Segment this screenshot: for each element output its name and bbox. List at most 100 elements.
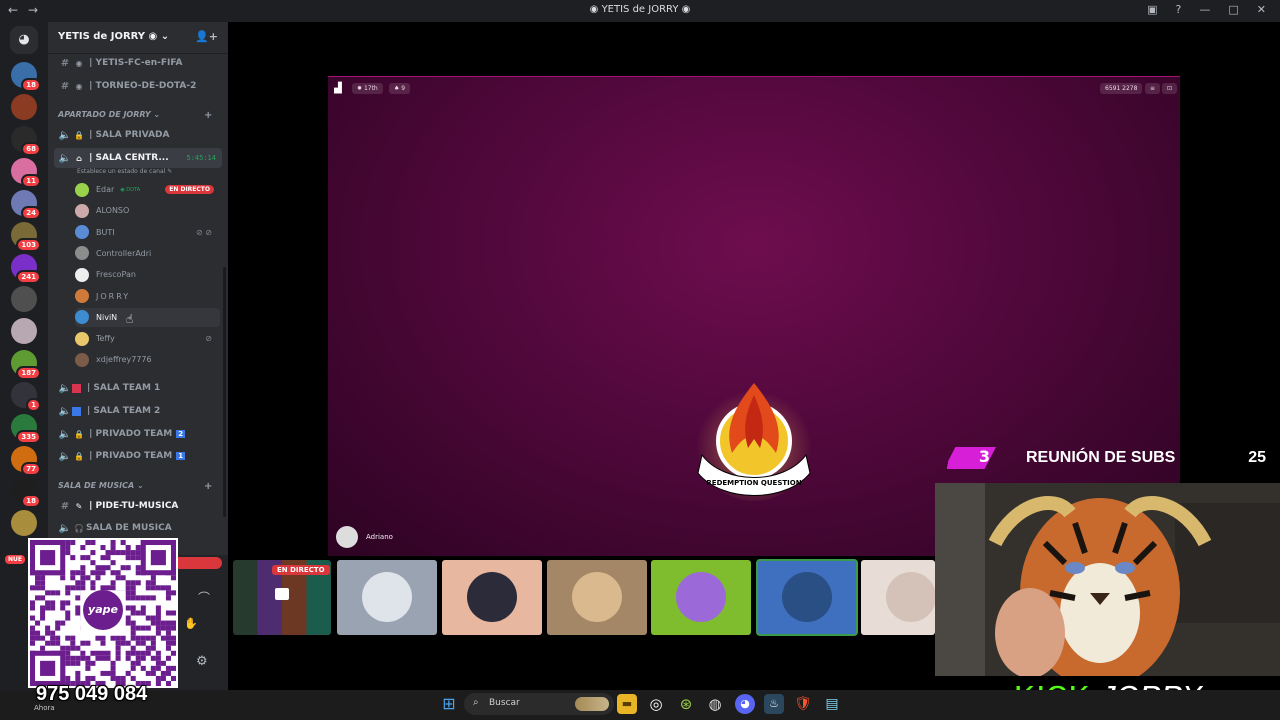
- minimize-button[interactable]: —: [1199, 3, 1210, 16]
- speaker-icon: 🔈: [58, 450, 72, 462]
- qr-module: [60, 575, 66, 581]
- obs-icon[interactable]: ◍: [705, 694, 725, 714]
- server-icon[interactable]: 187: [11, 350, 41, 380]
- steam-icon[interactable]: ♨: [764, 694, 784, 714]
- qr-module: [130, 645, 136, 651]
- participant-tile[interactable]: [547, 560, 647, 635]
- voice-privado-team-1[interactable]: 🔈 🔒 | PRIVADO TEAM 1: [54, 446, 222, 466]
- close-button[interactable]: ✕: [1257, 3, 1266, 16]
- server-icon[interactable]: 11: [11, 158, 41, 188]
- maximize-button[interactable]: □: [1228, 3, 1238, 16]
- user-name: BUTI: [96, 227, 115, 237]
- weather-widget-icon[interactable]: [575, 697, 609, 711]
- server-icon[interactable]: 18: [11, 478, 41, 508]
- sidebar-scrollbar[interactable]: [223, 267, 226, 517]
- windows-start-icon[interactable]: ⊞: [439, 694, 459, 714]
- participant-tile[interactable]: [861, 560, 935, 635]
- voice-user[interactable]: xdjeffrey7776: [75, 350, 220, 369]
- voice-user[interactable]: FrescoPan: [75, 265, 220, 284]
- qr-module: [140, 655, 146, 661]
- participant-avatar: [886, 572, 935, 622]
- discord-taskbar-icon[interactable]: ◕: [735, 694, 755, 714]
- add-channel-icon[interactable]: +: [204, 110, 212, 121]
- xbox-icon[interactable]: ⊛: [676, 694, 696, 714]
- qr-module: [130, 635, 136, 641]
- server-icon[interactable]: [11, 94, 37, 120]
- qr-module: [90, 660, 96, 666]
- participant-tile[interactable]: [337, 560, 437, 635]
- server-header[interactable]: YETIS de JORRY ◉ ⌄ 👤+: [48, 22, 228, 54]
- qr-module: [50, 640, 56, 646]
- channel-yetis-fc[interactable]: # ◉ | YETIS-FC-en-FIFA: [54, 53, 222, 73]
- notepad-icon[interactable]: ▤: [822, 694, 842, 714]
- voice-user[interactable]: Teffy ⊘: [75, 329, 220, 348]
- qr-module: [85, 660, 91, 666]
- mention-badge: 77: [21, 462, 41, 476]
- voice-sala-team-2[interactable]: 🔈 | SALA TEAM 2: [54, 401, 222, 421]
- file-explorer-icon[interactable]: ▬: [617, 694, 637, 714]
- voice-sala-central[interactable]: 🔈 ⌂ | SALA CENTR... 5:45:14: [54, 148, 222, 168]
- server-icon[interactable]: [11, 286, 37, 312]
- qr-module: [100, 545, 106, 551]
- fullscreen-icon[interactable]: ⊡: [1162, 83, 1178, 94]
- inbox-icon[interactable]: ▣: [1147, 3, 1157, 16]
- qr-module: [40, 615, 46, 621]
- avatar: [75, 246, 89, 261]
- participant-tile[interactable]: [442, 560, 542, 635]
- qr-module: [130, 660, 136, 666]
- discord-home-icon[interactable]: ◕: [10, 26, 38, 54]
- add-member-icon[interactable]: 👤+: [195, 30, 218, 43]
- voice-user[interactable]: ControllerAdri: [75, 244, 220, 263]
- brave-icon[interactable]: 🛡: [793, 694, 813, 714]
- server-icon[interactable]: 24: [11, 190, 41, 220]
- server-icon[interactable]: 77: [11, 446, 41, 476]
- qr-module: [95, 575, 101, 581]
- lock-icon: 🔒: [74, 130, 84, 140]
- category-apartado[interactable]: APARTADO DE JORRY ⌄ +: [58, 110, 212, 121]
- voice-sala-de-musica[interactable]: 🔈 🎧 SALA DE MUSICA: [54, 518, 222, 538]
- qr-module: [70, 635, 76, 641]
- chrome-icon[interactable]: ◎: [646, 694, 666, 714]
- voice-user[interactable]: Edar ◉ DOTA EN DIRECTO: [75, 180, 220, 199]
- qr-module: [45, 630, 51, 636]
- category-sala-musica[interactable]: SALA DE MUSICA ⌄ +: [58, 481, 212, 492]
- qr-module: [130, 610, 136, 616]
- server-icon[interactable]: 1: [11, 382, 41, 412]
- channel-label: | SALA CENTR...: [89, 153, 169, 163]
- menu-icon[interactable]: ≡: [1145, 83, 1161, 94]
- server-icon[interactable]: 335: [11, 414, 41, 444]
- window-controls: ▣ ? — □ ✕: [1147, 3, 1266, 16]
- help-icon[interactable]: ?: [1176, 3, 1182, 16]
- voice-sala-team-1[interactable]: 🔈 | SALA TEAM 1: [54, 378, 222, 398]
- add-channel-icon[interactable]: +: [204, 481, 212, 492]
- channel-torneo-dota[interactable]: # ◉ | TORNEO-DE-DOTA-2: [54, 76, 222, 96]
- voice-user[interactable]: NiviN: [75, 307, 220, 327]
- voice-sala-privada[interactable]: 🔈 🔒 | SALA PRIVADA: [54, 125, 222, 145]
- status-hint-text: Establece un estado de canal: [77, 168, 166, 175]
- qr-module: [55, 640, 61, 646]
- qr-module: [135, 545, 141, 551]
- voice-user[interactable]: JORRY: [75, 287, 220, 306]
- qr-module: [120, 675, 126, 681]
- participant-tile[interactable]: [651, 560, 751, 635]
- server-icon[interactable]: 18: [11, 62, 41, 92]
- qr-module: [110, 635, 116, 641]
- qr-module: [50, 630, 56, 636]
- voice-user[interactable]: ALONSO: [75, 201, 220, 220]
- server-icon[interactable]: 103: [11, 222, 41, 252]
- disconnect-icon[interactable]: ⌒: [198, 589, 210, 606]
- channel-status-hint[interactable]: Establece un estado de canal ✎: [77, 168, 172, 175]
- server-icon[interactable]: 241: [11, 254, 41, 284]
- channel-pide-tu-musica[interactable]: # ✎ | PIDE-TU-MUSICA: [54, 496, 222, 516]
- server-icon[interactable]: [11, 318, 37, 344]
- server-icon[interactable]: [11, 510, 37, 536]
- qr-module: [145, 580, 151, 586]
- voice-privado-team-2[interactable]: 🔈 🔒 | PRIVADO TEAM 2: [54, 424, 222, 444]
- voice-user[interactable]: BUTI ⊘ ⊘: [75, 223, 220, 242]
- soundboard-icon[interactable]: ✋: [184, 617, 198, 630]
- qr-module: [150, 670, 156, 676]
- server-icon[interactable]: 68: [11, 126, 41, 156]
- participant-tile[interactable]: [756, 559, 858, 636]
- settings-gear-icon[interactable]: ⚙: [196, 654, 208, 669]
- participant-avatar: [362, 572, 412, 622]
